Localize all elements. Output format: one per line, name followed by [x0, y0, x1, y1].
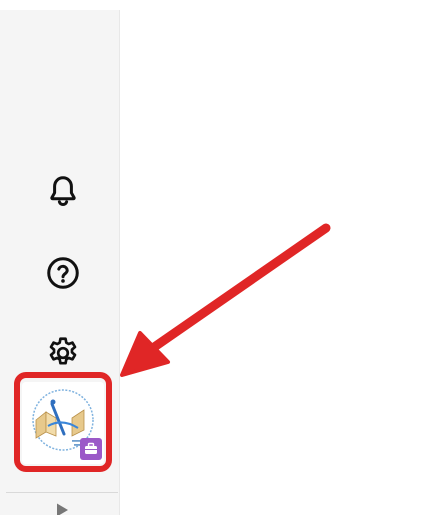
- organization-app-tile[interactable]: [22, 382, 104, 464]
- notifications-button[interactable]: [40, 168, 86, 214]
- expand-rail-button[interactable]: [48, 497, 76, 515]
- play-triangle-icon: [57, 503, 68, 515]
- bell-icon: [50, 176, 76, 206]
- help-button[interactable]: [40, 250, 86, 296]
- help-circle-icon: [47, 257, 79, 289]
- settings-button[interactable]: [40, 330, 86, 376]
- page: [0, 0, 430, 515]
- rail-divider: [6, 492, 118, 493]
- gear-icon: [49, 337, 77, 365]
- briefcase-icon: [80, 438, 102, 460]
